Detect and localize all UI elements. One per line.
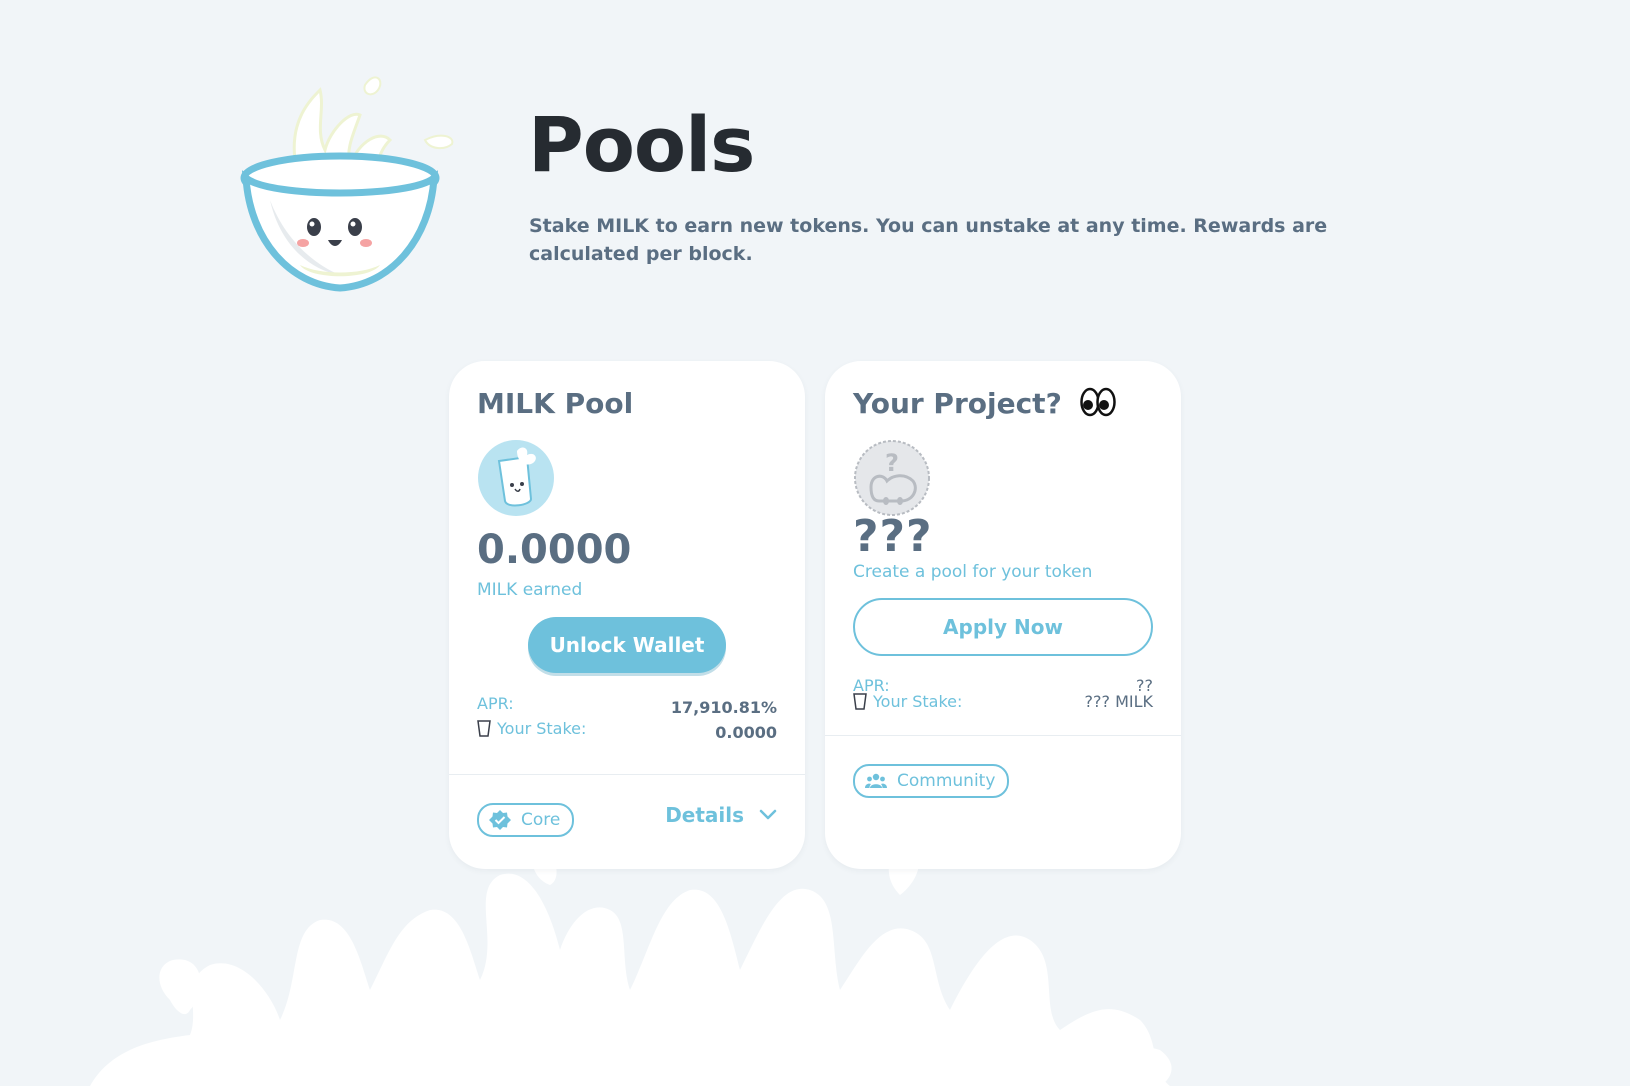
core-tag-label: Core bbox=[521, 810, 561, 830]
details-toggle[interactable]: Details bbox=[665, 803, 777, 827]
your-project-card: Your Project? ? ??? Create a pool for yo… bbox=[825, 361, 1181, 869]
community-tag: Community bbox=[853, 764, 1010, 798]
pool-title: MILK Pool bbox=[477, 387, 634, 420]
apr-value: 17,910.81% bbox=[670, 698, 777, 717]
milk-bowl-mascot-icon bbox=[240, 76, 454, 292]
page-description: Stake MILK to earn new tokens. You can u… bbox=[529, 215, 1328, 265]
eyes-icon bbox=[1079, 387, 1116, 417]
details-label: Details bbox=[665, 803, 745, 827]
chevron-down-icon bbox=[759, 809, 777, 820]
milk-glass-icon bbox=[853, 693, 867, 710]
page-title: Pools bbox=[528, 100, 755, 189]
project-title: Your Project? bbox=[853, 387, 1062, 420]
create-pool-text: Create a pool for your token bbox=[853, 562, 1093, 582]
earned-label: MILK earned bbox=[477, 580, 583, 600]
apr-label: APR: bbox=[477, 694, 514, 713]
stake-label: Your Stake: bbox=[873, 692, 963, 711]
mystery-token-icon: ? bbox=[854, 440, 930, 516]
apply-now-button[interactable]: Apply Now bbox=[853, 598, 1153, 656]
apr-row: APR: 17,910.81% bbox=[477, 694, 777, 718]
stake-row: Your Stake: 0.0000 bbox=[477, 719, 777, 743]
milk-glass-token-icon bbox=[478, 440, 554, 516]
unlock-wallet-button[interactable]: Unlock Wallet bbox=[528, 617, 726, 673]
milk-pool-card: MILK Pool 0.0000 MILK earned Unlock Wall… bbox=[449, 361, 805, 869]
milk-glass-icon bbox=[477, 720, 491, 737]
placeholder-value: ??? bbox=[853, 511, 933, 562]
card-divider bbox=[449, 774, 805, 775]
core-tag: Core bbox=[477, 803, 575, 837]
stake-label-group: Your Stake: bbox=[477, 719, 586, 738]
earned-value: 0.0000 bbox=[477, 527, 632, 573]
community-tag-label: Community bbox=[897, 771, 996, 791]
project-title-row: Your Project? bbox=[853, 387, 1116, 420]
stake-label: Your Stake: bbox=[497, 719, 587, 738]
stake-value: 0.0000 bbox=[715, 723, 777, 742]
community-people-icon bbox=[865, 773, 887, 788]
stake-row: Your Stake: ??? MILK bbox=[853, 692, 1153, 716]
stake-value: ??? MILK bbox=[1084, 692, 1154, 711]
stake-label-group: Your Stake: bbox=[853, 692, 962, 711]
verified-badge-icon bbox=[489, 810, 511, 830]
card-divider bbox=[825, 735, 1181, 736]
svg-text:?: ? bbox=[885, 449, 899, 477]
milk-splash-decoration bbox=[90, 860, 1172, 1086]
